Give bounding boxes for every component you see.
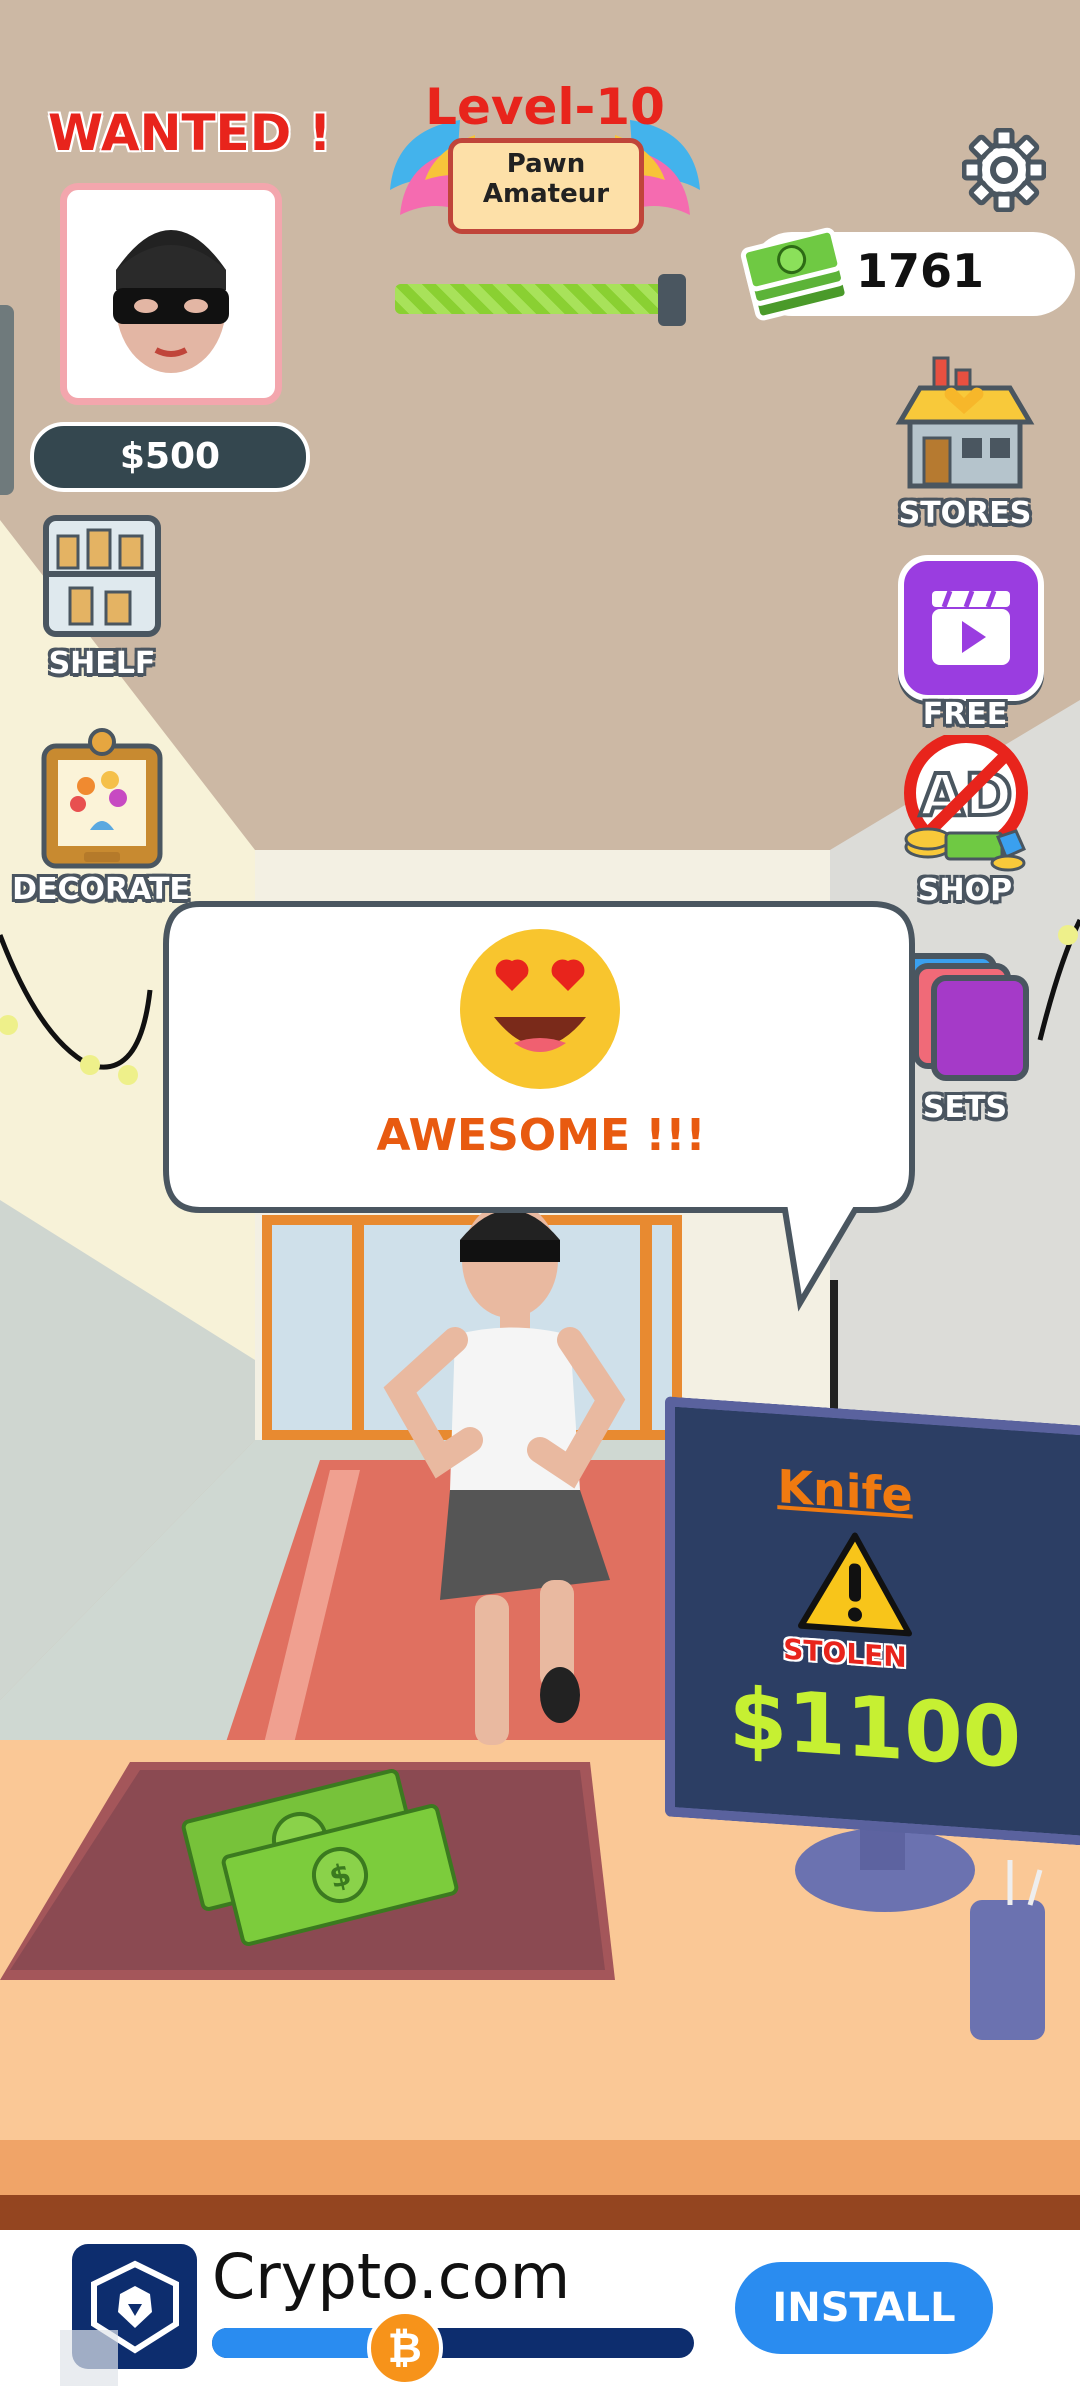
free-label: FREE [922,697,1008,732]
wanted-label: WANTED ! [48,104,332,162]
shelf-button[interactable]: SHELF [28,512,176,692]
item-price: $1100 [728,1668,1022,1788]
ad-corner-badge [60,2330,118,2386]
stolen-item-name: Knife [777,1459,913,1523]
price-monitor[interactable]: Knife STOLEN $1100 [665,1396,1080,1848]
no-ads-icon: AD [904,735,1028,872]
level-title: Level-10 [425,78,665,136]
rank-line-2: Amateur [482,179,610,209]
level-progress-cap [658,274,686,326]
install-button[interactable]: INSTALL [735,2262,993,2354]
side-drawer-handle[interactable] [0,305,14,495]
game-scene[interactable]: $ Knife STOLEN $1100 WANTED ! $500 Level… [0,0,1080,2230]
shelf-label: SHELF [48,646,156,681]
decorate-button[interactable]: DECORATE [0,728,202,918]
picture-frame-icon [41,728,163,869]
gear-icon[interactable] [962,128,1046,212]
stores-label: STORES [898,496,1032,531]
level-progress-fill [395,284,667,314]
store-icon [895,356,1035,489]
shop-button[interactable]: AD SHOP [880,735,1050,920]
wanted-portrait[interactable] [60,183,282,405]
stores-button[interactable]: STORES [880,352,1050,538]
ad-progress-track [212,2328,694,2358]
masked-face-icon [113,230,229,373]
rank-plaque: Pawn Amateur [448,138,644,234]
ad-banner[interactable]: Crypto.com ₿ INSTALL [0,2230,1080,2400]
install-label: INSTALL [772,2285,956,2331]
cash-stack-icon [740,227,850,321]
bounty-amount: $500 [119,436,221,477]
ad-brand: Crypto.com [212,2240,571,2313]
rank-line-1: Pawn [506,149,586,179]
cash-amount: 1761 [856,244,985,298]
free-button[interactable]: FREE [880,555,1050,740]
shelf-icon [43,515,161,637]
heart-eyes-emoji [460,929,620,1089]
bounty-badge: $500 [30,422,310,492]
level-progress-bar [395,284,675,314]
video-icon [932,590,1010,665]
warning-icon [798,1532,912,1637]
speech-message: AWESOME !!! [376,1110,706,1161]
free-video-tile [898,555,1044,701]
bitcoin-icon: ₿ [366,2310,443,2386]
